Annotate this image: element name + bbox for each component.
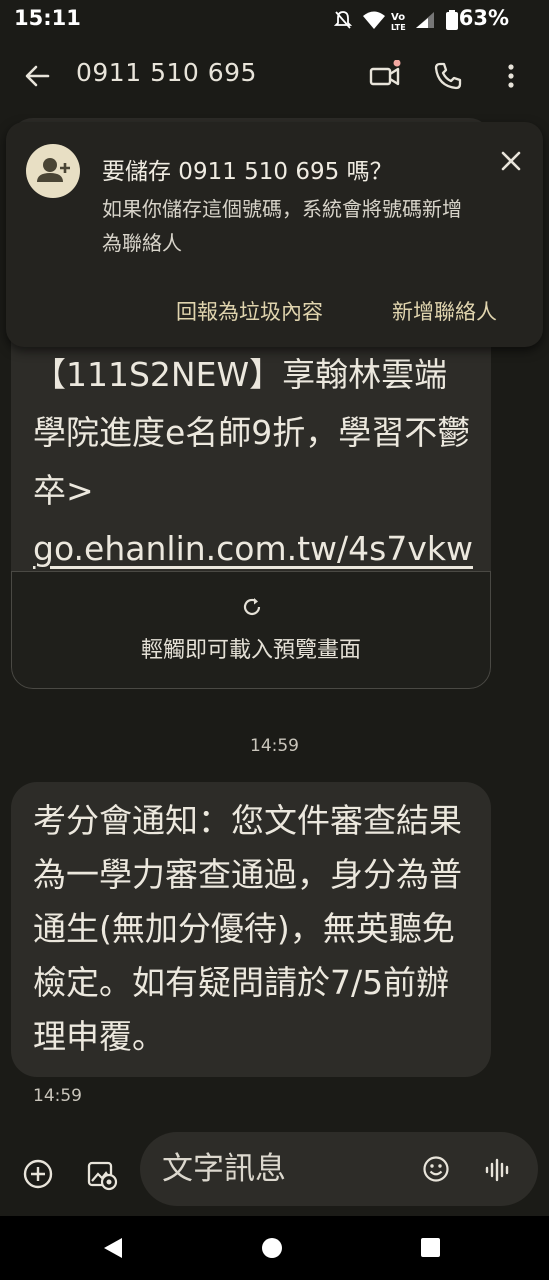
refresh-icon (243, 598, 261, 616)
message-timestamp: 14:59 (33, 1086, 82, 1106)
svg-text:LTE: LTE (391, 23, 406, 32)
message-timestamp: 14:59 (250, 736, 299, 756)
mute-bell-icon (334, 11, 352, 29)
battery-icon (446, 10, 458, 30)
wifi-icon (363, 11, 385, 29)
avatar (26, 144, 80, 198)
message-text: 考分會通知：您文件審查結果為一學力審查通過，身分為普通生(無加分優待)，無英聽免… (33, 801, 462, 1056)
volte-icon: Vo LTE (391, 12, 406, 32)
message-text: 【111S2NEW】享翰林雲端學院進度e名師9折，學習不鬱卒> go.ehanl… (33, 346, 479, 578)
add-person-icon (37, 158, 70, 182)
message-text-body: 【111S2NEW】享翰林雲端學院進度e名師9折，學習不鬱卒> (33, 355, 471, 510)
battery-percent: 63% (458, 6, 509, 30)
add-contact-button[interactable]: 新增聯絡人 (392, 296, 497, 326)
contact-number: 0911 510 695 (76, 58, 257, 87)
signal-icon (416, 12, 434, 28)
status-time: 15:11 (14, 6, 81, 30)
save-contact-card: 要儲存 0911 510 695 嗎？ 如果你儲存這個號碼，系統會將號碼新增為聯… (6, 122, 543, 347)
save-contact-description: 如果你儲存這個號碼，系統會將號碼新增為聯絡人 (102, 197, 462, 255)
link-preview-placeholder[interactable]: 輕觸即可載入預覽畫面 (11, 571, 491, 689)
svg-text:Vo: Vo (391, 12, 405, 23)
add-attachment-icon[interactable] (22, 1158, 54, 1190)
more-options-icon[interactable] (498, 60, 524, 92)
message-link[interactable]: go.ehanlin.com.tw/4s7vkw (33, 529, 473, 568)
phone-icon[interactable] (432, 60, 464, 92)
video-call-icon[interactable] (368, 60, 402, 92)
close-icon[interactable] (496, 146, 526, 176)
nav-back-icon[interactable] (102, 1236, 124, 1260)
message-bubble[interactable]: 考分會通知：您文件審查結果為一學力審查通過，身分為普通生(無加分優待)，無英聽免… (11, 782, 491, 1077)
nav-recents-icon[interactable] (421, 1238, 440, 1257)
nav-home-icon[interactable] (262, 1238, 282, 1258)
preview-label: 輕觸即可載入預覽畫面 (140, 638, 361, 663)
emoji-icon[interactable] (422, 1155, 450, 1183)
message-input[interactable] (160, 1146, 404, 1192)
compose-box (140, 1132, 538, 1206)
voice-message-icon[interactable] (484, 1156, 512, 1184)
report-spam-button[interactable]: 回報為垃圾內容 (176, 296, 323, 326)
save-contact-title: 要儲存 0911 510 695 嗎？ (102, 159, 393, 185)
system-nav-bar (0, 1216, 549, 1280)
back-arrow-icon[interactable] (22, 60, 54, 92)
gallery-icon[interactable] (86, 1157, 118, 1191)
